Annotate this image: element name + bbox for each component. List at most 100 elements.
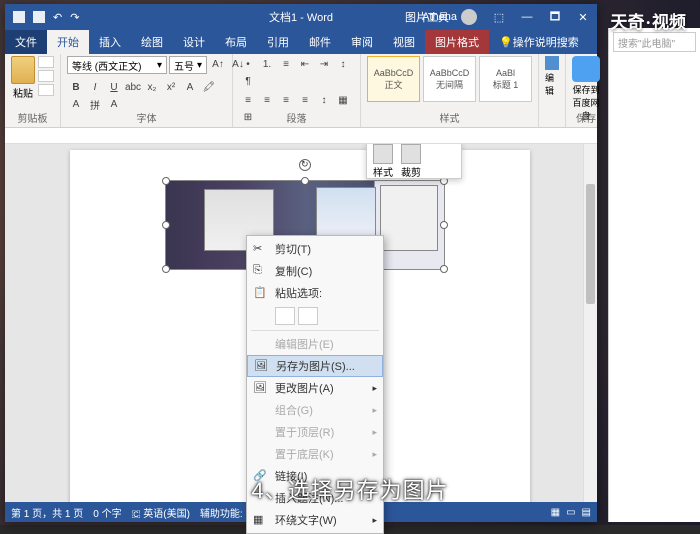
tab-view[interactable]: 视图 xyxy=(383,30,425,54)
align-center-button[interactable]: ≡ xyxy=(258,92,276,108)
tab-layout[interactable]: 布局 xyxy=(215,30,257,54)
multilevel-button[interactable]: ≡ xyxy=(277,56,295,72)
video-play-indicator[interactable]: ⏵ xyxy=(658,483,694,519)
mini-style-button[interactable]: 样式 xyxy=(373,144,393,179)
find-icon xyxy=(545,56,559,70)
paragraph-group-label: 段落 xyxy=(233,110,360,125)
edit-menu[interactable]: 编辑 xyxy=(545,56,559,97)
copy-button[interactable] xyxy=(38,70,54,82)
ctx-paste-options xyxy=(247,304,383,328)
ribbon-options[interactable]: ⬚ xyxy=(485,4,513,30)
video-watermark: 天奇•视频 xyxy=(610,8,686,33)
user-account[interactable]: Athena xyxy=(422,9,477,25)
explorer-search-input[interactable]: 搜索"此电脑" xyxy=(613,32,696,52)
tab-review[interactable]: 审阅 xyxy=(341,30,383,54)
redo-icon[interactable]: ↷ xyxy=(70,11,79,24)
show-marks-button[interactable]: ¶ xyxy=(239,73,257,89)
ctx-copy[interactable]: ⎘复制(C) xyxy=(247,260,383,282)
scroll-thumb[interactable] xyxy=(586,184,595,304)
shading-button[interactable]: ▦ xyxy=(334,92,352,108)
ctx-bring-front: 置于顶层(R)▸ xyxy=(247,421,383,443)
style-nospace[interactable]: AaBbCcD无间隔 xyxy=(423,56,476,102)
font-group-label: 字体 xyxy=(61,110,232,125)
tab-insert[interactable]: 插入 xyxy=(89,30,131,54)
cut-button[interactable] xyxy=(38,56,54,68)
bold-button[interactable]: B xyxy=(67,79,85,95)
tab-design[interactable]: 设计 xyxy=(173,30,215,54)
superscript-button[interactable]: x² xyxy=(162,79,180,95)
tab-file[interactable]: 文件 xyxy=(5,30,47,54)
italic-button[interactable]: I xyxy=(86,79,104,95)
increase-indent-button[interactable]: ⇥ xyxy=(315,56,333,72)
language-indicator[interactable]: 🇨 英语(美国) xyxy=(132,505,190,520)
align-left-button[interactable]: ≡ xyxy=(239,92,257,108)
save-icon[interactable] xyxy=(33,11,45,23)
font-name-select[interactable]: 等线 (西文正文)▾ xyxy=(67,56,167,74)
avatar-icon xyxy=(461,9,477,25)
resize-handle-t[interactable] xyxy=(301,177,309,185)
mini-toolbar: 样式 裁剪 xyxy=(366,144,462,179)
highlight-button[interactable]: 🖍 xyxy=(200,79,218,95)
page-indicator[interactable]: 第 1 页，共 1 页 xyxy=(11,505,83,520)
resize-handle-bl[interactable] xyxy=(162,265,170,273)
resize-handle-r[interactable] xyxy=(440,221,448,229)
view-web-icon[interactable]: ▤ xyxy=(582,507,591,518)
clipboard-group-label: 剪贴板 xyxy=(5,110,60,125)
tab-references[interactable]: 引用 xyxy=(257,30,299,54)
paste-button[interactable]: 粘贴 xyxy=(11,56,35,100)
resize-handle-l[interactable] xyxy=(162,221,170,229)
tab-picture-format[interactable]: 图片格式 xyxy=(425,30,489,54)
underline-button[interactable]: U xyxy=(105,79,123,95)
format-painter-button[interactable] xyxy=(38,84,54,96)
style-normal[interactable]: AaBbCcD正文 xyxy=(367,56,420,102)
styles-group-label: 样式 xyxy=(361,110,538,125)
horizontal-ruler[interactable] xyxy=(5,128,597,144)
mini-crop-button[interactable]: 裁剪 xyxy=(401,144,421,179)
view-print-icon[interactable]: ▦ xyxy=(551,507,560,518)
increase-font-button[interactable]: A↑ xyxy=(209,56,227,72)
ctx-change-picture[interactable]: 🖼更改图片(A)▸ xyxy=(247,377,383,399)
ctx-separator xyxy=(251,330,379,331)
strikethrough-button[interactable]: abc xyxy=(124,79,142,95)
justify-button[interactable]: ≡ xyxy=(296,92,314,108)
ctx-save-as-picture[interactable]: 🖼另存为图片(S)... xyxy=(247,355,383,377)
resize-handle-tl[interactable] xyxy=(162,177,170,185)
titlebar: ↶ ↷ 文档1 - Word 图片工具 Athena ⬚ — 🗖 ✕ xyxy=(5,4,597,30)
ctx-wrap-text[interactable]: ▦环绕文字(W)▸ xyxy=(247,509,383,531)
video-subtitle: 4、选择另存为图片 xyxy=(251,473,448,505)
ribbon: 粘贴 剪贴板 等线 (西文正文)▾ 五号▾ A↑ A↓ B xyxy=(5,54,597,128)
line-spacing-button[interactable]: ↕ xyxy=(315,92,333,108)
tab-draw[interactable]: 绘图 xyxy=(131,30,173,54)
bullets-button[interactable]: • xyxy=(239,56,257,72)
align-right-button[interactable]: ≡ xyxy=(277,92,295,108)
rotate-handle[interactable] xyxy=(299,159,311,171)
baidu-cloud-icon xyxy=(572,56,600,82)
paste-option-2[interactable] xyxy=(298,307,318,325)
word-count[interactable]: 0 个字 xyxy=(93,505,121,520)
undo-icon[interactable]: ↶ xyxy=(53,11,62,24)
restore-button[interactable]: 🗖 xyxy=(541,4,569,30)
style-heading1[interactable]: AaBl标题 1 xyxy=(479,56,532,102)
ctx-cut[interactable]: ✂剪切(T) xyxy=(247,238,383,260)
font-size-select[interactable]: 五号▾ xyxy=(169,56,207,74)
save-image-icon: 🖼 xyxy=(254,359,268,373)
numbering-button[interactable]: 1. xyxy=(258,56,276,72)
tell-me-search[interactable]: 💡 操作说明搜索 xyxy=(489,30,589,54)
subscript-button[interactable]: x₂ xyxy=(143,79,161,95)
decrease-indent-button[interactable]: ⇤ xyxy=(296,56,314,72)
tab-home[interactable]: 开始 xyxy=(47,30,89,54)
change-image-icon: 🖼 xyxy=(253,381,267,395)
crop-icon xyxy=(401,144,421,164)
sort-button[interactable]: ↕ xyxy=(334,56,352,72)
view-read-icon[interactable]: ▭ xyxy=(566,507,575,518)
close-button[interactable]: ✕ xyxy=(569,4,597,30)
copy-icon: ⎘ xyxy=(253,264,267,278)
text-effects-button[interactable]: A xyxy=(181,79,199,95)
resize-handle-br[interactable] xyxy=(440,265,448,273)
save-group-label: 保存 xyxy=(566,110,606,125)
vertical-scrollbar[interactable] xyxy=(583,144,597,502)
tab-mailings[interactable]: 邮件 xyxy=(299,30,341,54)
minimize-button[interactable]: — xyxy=(513,4,541,30)
paste-option-1[interactable] xyxy=(275,307,295,325)
autosave-icon[interactable] xyxy=(13,11,25,23)
